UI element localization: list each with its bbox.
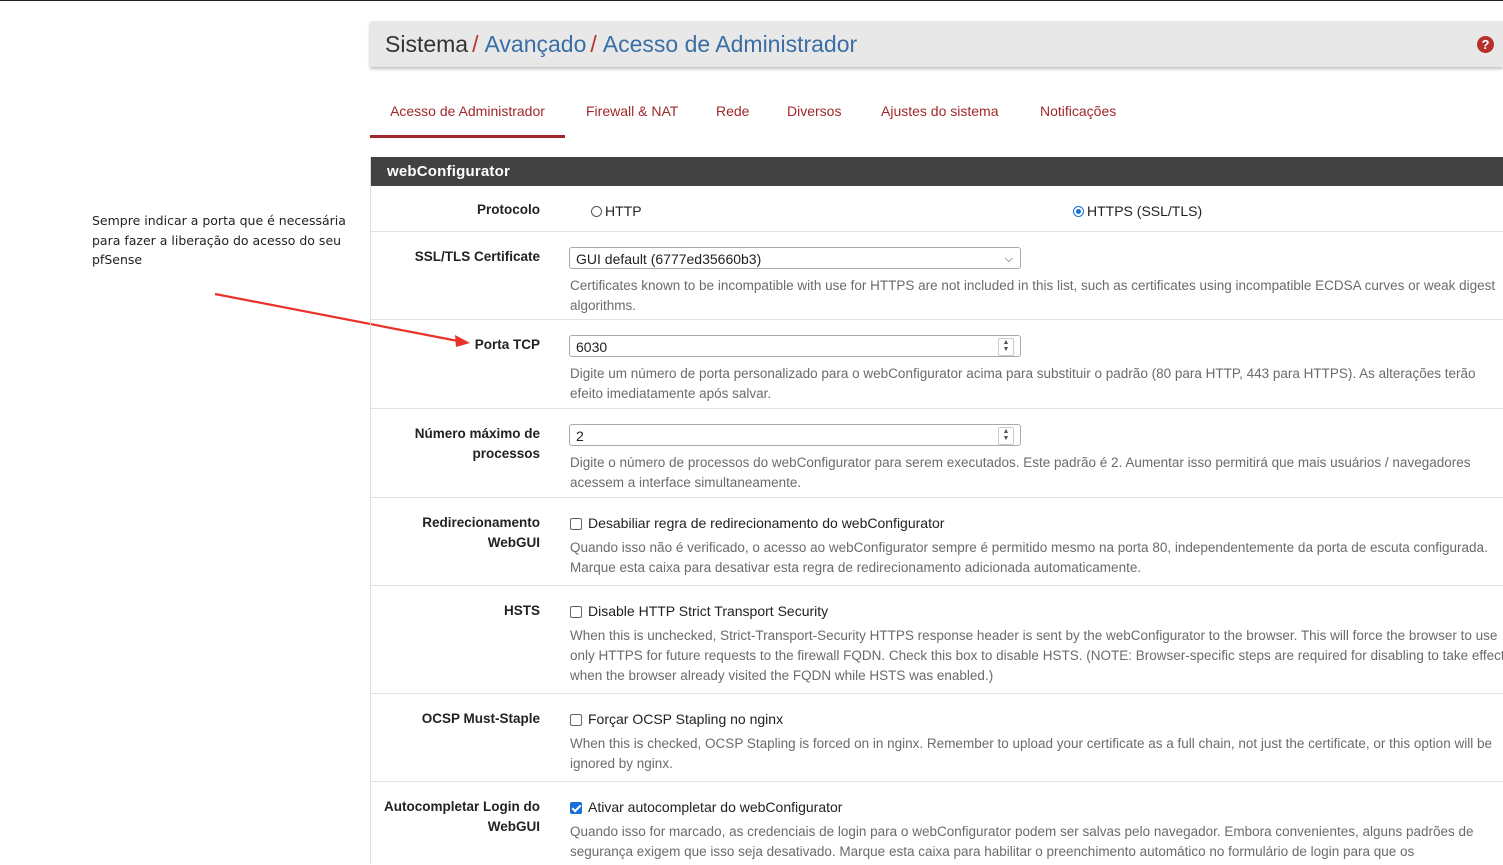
radio-http[interactable]: HTTP [591, 203, 642, 219]
row-protocolo: Protocolo HTTP HTTPS (SSL/TLS) [371, 186, 1503, 231]
webconfigurator-panel: webConfigurator Protocolo HTTP HTTPS (SS… [370, 157, 1503, 864]
radio-http-indicator[interactable] [591, 206, 602, 217]
max-processos-label: Número máximo de processos [414, 426, 540, 461]
tab-rede[interactable]: Rede [716, 94, 749, 135]
breadcrumb-separator: / [472, 31, 479, 57]
tab-firewall-nat[interactable]: Firewall & NAT [586, 94, 678, 135]
checkbox-checked-indicator[interactable] [570, 802, 582, 814]
page-header: Sistema / Avançado / Acesso de Administrador… [370, 21, 1503, 67]
number-spinner-icon[interactable]: ▲ ▼ [998, 338, 1014, 356]
tab-diversos[interactable]: Diversos [787, 94, 841, 135]
tab-notificacoes[interactable]: Notificações [1040, 94, 1116, 135]
porta-tcp-help: Digite um número de porta personalizado … [570, 366, 1476, 401]
row-hsts: HSTS Disable HTTP Strict Transport Secur… [371, 585, 1503, 694]
ocsp-label: OCSP Must-Staple [421, 711, 540, 726]
breadcrumb-link-acesso[interactable]: Acesso de Administrador [603, 31, 857, 57]
row-autocompletar: Autocompletar Login do WebGUI Ativar aut… [371, 781, 1503, 865]
certificate-label: SSL/TLS Certificate [414, 249, 540, 264]
autocompletar-checkbox-label: Ativar autocompletar do webConfigurator [588, 799, 843, 815]
breadcrumb-root: Sistema [385, 31, 469, 57]
max-processos-value: 2 [576, 428, 584, 444]
breadcrumb: Sistema / Avançado / Acesso de Administrador [385, 31, 857, 58]
redirecionamento-label: Redirecionamento WebGUI [422, 515, 540, 550]
checkbox-indicator[interactable] [570, 518, 582, 530]
ocsp-help: When this is checked, OCSP Stapling is f… [570, 736, 1492, 771]
number-spinner-icon[interactable]: ▲ ▼ [998, 427, 1014, 445]
row-redirecionamento: Redirecionamento WebGUI Desabiliar regra… [371, 497, 1503, 586]
row-max-processos: Número máximo de processos 2 ▲ ▼ Digite o… [371, 408, 1503, 498]
max-processos-help: Digite o número de processos do webConfi… [570, 455, 1471, 490]
hsts-checkbox-label: Disable HTTP Strict Transport Security [588, 603, 829, 619]
certificate-select-value: GUI default (6777ed35660b3) [576, 251, 762, 267]
ocsp-checkbox[interactable]: Forçar OCSP Stapling no nginx [570, 710, 783, 728]
row-certificate: SSL/TLS Certificate GUI default (6777ed3… [371, 231, 1503, 320]
chevron-down-icon: ⌵ [1004, 253, 1013, 265]
row-ocsp: OCSP Must-Staple Forçar OCSP Stapling no… [371, 693, 1503, 782]
porta-tcp-value: 6030 [576, 339, 608, 355]
autocompletar-checkbox[interactable]: Ativar autocompletar do webConfigurator [570, 798, 842, 816]
redirecionamento-help: Quando isso não é verificado, o acesso a… [570, 540, 1488, 575]
hsts-checkbox[interactable]: Disable HTTP Strict Transport Security [570, 602, 828, 620]
tab-ajustes-sistema[interactable]: Ajustes do sistema [881, 94, 999, 135]
ocsp-checkbox-label: Forçar OCSP Stapling no nginx [588, 711, 784, 727]
row-porta-tcp: Porta TCP 6030 ▲ ▼ Digite um número de po… [371, 319, 1503, 409]
help-icon[interactable]: ? [1477, 36, 1494, 53]
porta-tcp-label: Porta TCP [474, 337, 540, 352]
max-processos-input[interactable]: 2 ▲ ▼ [569, 424, 1021, 446]
protocolo-label: Protocolo [477, 202, 540, 217]
redirecionamento-checkbox-label: Desabiliar regra de redirecionamento do … [588, 515, 945, 531]
panel-title: webConfigurator [371, 157, 1503, 186]
checkbox-indicator[interactable] [570, 714, 582, 726]
hsts-label: HSTS [503, 603, 540, 618]
radio-https[interactable]: HTTPS (SSL/TLS) [1073, 203, 1202, 219]
autocompletar-label: Autocompletar Login do WebGUI [384, 799, 540, 834]
redirecionamento-checkbox[interactable]: Desabiliar regra de redirecionamento do … [570, 514, 944, 532]
autocompletar-help: Quando isso for marcado, as credenciais … [570, 824, 1474, 859]
certificate-select[interactable]: GUI default (6777ed35660b3) ⌵ [569, 247, 1021, 269]
hsts-help: When this is unchecked, Strict-Transport… [570, 628, 1503, 683]
radio-http-label: HTTP [605, 203, 642, 219]
breadcrumb-separator: / [590, 31, 597, 57]
tab-acesso-administrador[interactable]: Acesso de Administrador [370, 94, 565, 138]
breadcrumb-link-avancado[interactable]: Avançado [484, 31, 586, 57]
tab-bar: Acesso de Administrador Firewall & NAT R… [370, 94, 1503, 138]
certificate-help: Certificates known to be incompatible wi… [570, 278, 1496, 313]
porta-tcp-input[interactable]: 6030 ▲ ▼ [569, 335, 1021, 357]
radio-https-label: HTTPS (SSL/TLS) [1087, 203, 1203, 219]
radio-https-indicator[interactable] [1073, 206, 1084, 217]
checkbox-indicator[interactable] [570, 606, 582, 618]
